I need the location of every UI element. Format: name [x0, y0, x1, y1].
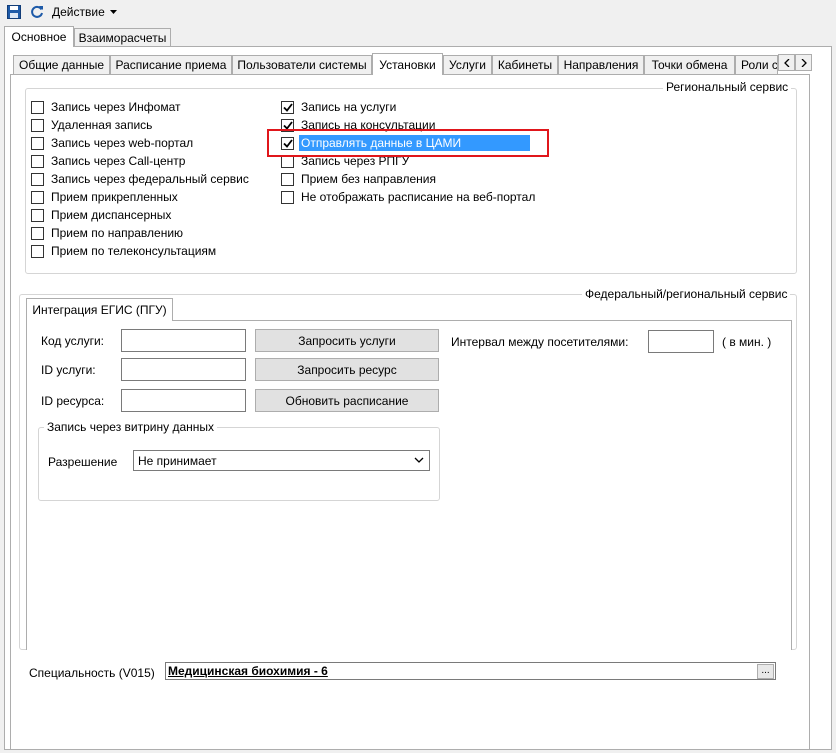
regional-service-title: Региональный сервис: [663, 80, 792, 94]
checkbox-label: Запись через федеральный сервис: [51, 172, 249, 186]
service-id-field[interactable]: [121, 358, 246, 381]
action-menu[interactable]: Действие: [52, 3, 117, 21]
toolbar: Действие: [0, 0, 836, 24]
tab-settlements[interactable]: Взаиморасчеты: [74, 28, 171, 47]
refresh-icon[interactable]: [28, 3, 46, 21]
checkbox-box[interactable]: [31, 190, 44, 204]
data-showcase-title: Запись через витрину данных: [44, 420, 218, 434]
tab-label: Точки обмена: [651, 58, 728, 72]
interval-field[interactable]: [648, 330, 714, 353]
checkbox-box[interactable]: [31, 154, 44, 168]
specialty-value: Медицинская биохимия - 6: [168, 664, 328, 678]
checkbox-label: Запись на услуги: [301, 100, 397, 114]
checkbox-teleconsultation[interactable]: Прием по телеконсультациям: [31, 243, 218, 259]
checkbox-label: Запись через Инфомат: [51, 100, 181, 114]
checkbox-label: Прием прикрепленных: [51, 190, 178, 204]
chevron-down-icon: [414, 457, 424, 463]
tab-exchange-points[interactable]: Точки обмена: [644, 55, 735, 74]
checkbox-box[interactable]: [31, 244, 44, 258]
checkbox-label: Прием без направления: [301, 172, 436, 186]
service-code-label: Код услуги:: [41, 334, 105, 348]
tab-scroll-right-button[interactable]: [795, 54, 812, 71]
checkbox-box[interactable]: [31, 172, 44, 186]
interval-label: Интервал между посетителями:: [451, 335, 629, 349]
service-code-field[interactable]: [121, 329, 246, 352]
specialty-label: Специальность (V015): [29, 666, 155, 680]
checkbox-label: Запись через web-портал: [51, 136, 194, 150]
permission-select-value: Не принимает: [138, 453, 217, 468]
tab-services[interactable]: Услуги: [443, 55, 492, 74]
service-id-label: ID услуги:: [41, 363, 96, 377]
tab-settings[interactable]: Установки: [372, 53, 443, 75]
checkbox-federal-service[interactable]: Запись через федеральный сервис: [31, 171, 251, 187]
checkbox-hide-schedule-web[interactable]: Не отображать расписание на веб-портал: [281, 189, 537, 205]
checkbox-box[interactable]: [281, 100, 294, 114]
request-resource-button[interactable]: Запросить ресурс: [255, 358, 439, 381]
tab-label: Роли с: [741, 58, 778, 72]
tab-main-label: Основное: [11, 30, 67, 44]
tab-label: Услуги: [449, 58, 486, 72]
checkbox-box[interactable]: [31, 118, 44, 132]
update-schedule-button[interactable]: Обновить расписание: [255, 389, 439, 412]
request-services-button[interactable]: Запросить услуги: [255, 329, 439, 352]
tab-settlements-label: Взаиморасчеты: [78, 31, 167, 45]
checkbox-service-booking[interactable]: Запись на услуги: [281, 99, 398, 115]
action-menu-label: Действие: [52, 5, 105, 19]
tab-scroll-left-button[interactable]: [778, 54, 795, 71]
tab-label: Направления: [563, 58, 639, 72]
checkbox-web-portal[interactable]: Запись через web-портал: [31, 135, 195, 151]
checkbox-box[interactable]: [31, 136, 44, 150]
chevron-left-icon: [783, 58, 789, 67]
tab-label: Расписание приема: [115, 58, 227, 72]
checkbox-by-referral[interactable]: Прием по направлению: [31, 225, 185, 241]
specialty-field[interactable]: Медицинская биохимия - 6: [165, 662, 776, 680]
tab-system-users[interactable]: Пользователи системы: [232, 55, 372, 74]
tab-label: Пользователи системы: [237, 58, 367, 72]
chevron-right-icon: [801, 58, 807, 67]
checkbox-label: Прием диспансерных: [51, 208, 172, 222]
checkbox-infomat[interactable]: Запись через Инфомат: [31, 99, 183, 115]
tab-label: Общие данные: [18, 58, 105, 72]
save-icon[interactable]: [5, 3, 23, 21]
tab-cabinets[interactable]: Кабинеты: [492, 55, 558, 74]
checkbox-no-referral[interactable]: Прием без направления: [281, 171, 438, 187]
checkbox-dispensary[interactable]: Прием диспансерных: [31, 207, 173, 223]
tab-roles[interactable]: Роли с: [735, 55, 778, 74]
checkbox-label: Удаленная запись: [51, 118, 153, 132]
checkbox-box[interactable]: [281, 190, 294, 204]
checkmark-icon: [282, 102, 293, 112]
checkbox-label: Прием по направлению: [51, 226, 184, 240]
permission-label: Разрешение: [48, 455, 118, 469]
resource-id-field[interactable]: [121, 389, 246, 412]
tab-reception-schedule[interactable]: Расписание приема: [110, 55, 232, 74]
checkbox-label: Прием по телеконсультациям: [51, 244, 217, 258]
resource-id-label: ID ресурса:: [41, 394, 105, 408]
caret-down-icon: [109, 9, 117, 14]
permission-select[interactable]: Не принимает: [133, 450, 430, 471]
checkbox-remote[interactable]: Удаленная запись: [31, 117, 154, 133]
checkbox-label: Запись через Call-центр: [51, 154, 186, 168]
tab-referrals[interactable]: Направления: [558, 55, 644, 74]
checkbox-box[interactable]: [31, 100, 44, 114]
interval-unit-label: ( в мин. ): [722, 335, 772, 349]
checkbox-label: Не отображать расписание на веб-портал: [301, 190, 536, 204]
checkbox-attached[interactable]: Прием прикрепленных: [31, 189, 180, 205]
checkbox-call-center[interactable]: Запись через Call-центр: [31, 153, 187, 169]
federal-service-title: Федеральный/региональный сервис: [582, 287, 791, 301]
checkbox-box[interactable]: [281, 172, 294, 186]
checkbox-box[interactable]: [31, 226, 44, 240]
tab-general-data[interactable]: Общие данные: [13, 55, 110, 74]
specialty-browse-button[interactable]: ...: [757, 664, 774, 679]
highlight-annotation: [267, 129, 549, 157]
tab-main[interactable]: Основное: [4, 26, 74, 47]
tab-label: Интеграция ЕГИС (ПГУ): [32, 303, 167, 317]
tab-egis-integration[interactable]: Интеграция ЕГИС (ПГУ): [26, 298, 173, 321]
checkbox-box[interactable]: [31, 208, 44, 222]
tab-label: Кабинеты: [497, 58, 553, 72]
tab-label: Установки: [379, 57, 436, 72]
